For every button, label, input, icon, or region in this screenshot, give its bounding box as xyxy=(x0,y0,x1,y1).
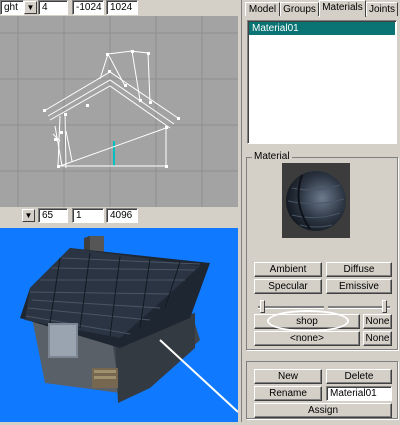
texture-none-button[interactable]: None xyxy=(363,314,392,329)
materials-list[interactable]: Material01 xyxy=(247,20,397,144)
render-canvas[interactable] xyxy=(0,228,239,422)
assign-button[interactable]: Assign xyxy=(254,403,392,418)
rename-button[interactable]: Rename xyxy=(254,386,322,401)
specular-button[interactable]: Specular xyxy=(254,279,322,294)
tab-groups[interactable]: Groups xyxy=(280,2,319,16)
material-groupbox-title: Material xyxy=(252,151,292,162)
transparency-slider[interactable] xyxy=(328,300,390,314)
texture-highlight-ellipse xyxy=(267,310,349,332)
material-name-field[interactable]: Material01 xyxy=(326,386,392,401)
viewport-2d[interactable] xyxy=(0,16,238,207)
ambient-button[interactable]: Ambient xyxy=(254,262,322,277)
emissive-button[interactable]: Emissive xyxy=(326,279,392,294)
list-item[interactable]: Material01 xyxy=(249,22,395,35)
max-range-field[interactable]: 1024 xyxy=(106,0,138,15)
alphamap-none-button[interactable]: None xyxy=(363,331,392,346)
diffuse-button[interactable]: Diffuse xyxy=(326,262,392,277)
tab-joints[interactable]: Joints xyxy=(366,2,398,16)
field-a[interactable]: 65 xyxy=(38,208,68,223)
view-select[interactable]: ght xyxy=(0,0,24,15)
viewport-3d[interactable] xyxy=(0,228,239,422)
sphere-preview-icon xyxy=(286,171,346,231)
wireframe-canvas[interactable] xyxy=(0,16,238,207)
view-dropdown-button[interactable]: ▼ xyxy=(24,1,37,14)
material-preview xyxy=(282,163,350,238)
shininess-slider-thumb[interactable] xyxy=(260,300,265,313)
transparency-slider-thumb[interactable] xyxy=(382,300,387,313)
field-c[interactable]: 4096 xyxy=(106,208,138,223)
delete-button[interactable]: Delete xyxy=(326,369,392,384)
mid-dropdown-button[interactable]: ▼ xyxy=(22,209,35,222)
tab-materials[interactable]: Materials xyxy=(319,0,366,17)
alphamap-button[interactable]: <none> xyxy=(254,331,360,346)
tab-model[interactable]: Model xyxy=(245,2,280,16)
field-b[interactable]: 1 xyxy=(72,208,104,223)
new-button[interactable]: New xyxy=(254,369,322,384)
grid-size-field[interactable]: 4 xyxy=(38,0,68,15)
min-range-field[interactable]: -1024 xyxy=(72,0,104,15)
